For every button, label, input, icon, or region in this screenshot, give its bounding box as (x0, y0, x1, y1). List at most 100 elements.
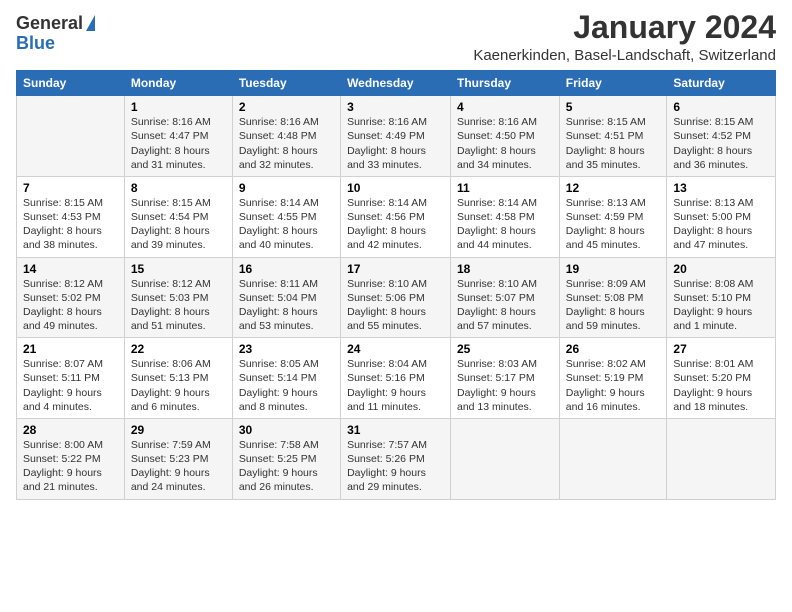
cell-content: Sunrise: 7:59 AMSunset: 5:23 PMDaylight:… (131, 439, 211, 494)
cell-content: Sunrise: 8:05 AMSunset: 5:14 PMDaylight:… (239, 358, 319, 413)
day-number: 26 (566, 342, 661, 356)
day-number: 22 (131, 342, 226, 356)
day-number: 1 (131, 100, 226, 114)
day-number: 2 (239, 100, 334, 114)
day-number: 10 (347, 181, 444, 195)
table-row: 13 Sunrise: 8:13 AMSunset: 5:00 PMDayligh… (667, 176, 776, 257)
day-number: 14 (23, 262, 118, 276)
day-number: 11 (457, 181, 553, 195)
cell-content: Sunrise: 8:15 AMSunset: 4:54 PMDaylight:… (131, 197, 211, 252)
table-row: 23 Sunrise: 8:05 AMSunset: 5:14 PMDayligh… (232, 338, 340, 419)
table-row: 20 Sunrise: 8:08 AMSunset: 5:10 PMDayligh… (667, 257, 776, 338)
table-row: 26 Sunrise: 8:02 AMSunset: 5:19 PMDayligh… (559, 338, 667, 419)
cell-content: Sunrise: 8:11 AMSunset: 5:04 PMDaylight:… (239, 278, 318, 333)
cell-content: Sunrise: 8:15 AMSunset: 4:51 PMDaylight:… (566, 116, 646, 171)
cell-content: Sunrise: 7:58 AMSunset: 5:25 PMDaylight:… (239, 439, 319, 494)
cell-content: Sunrise: 8:01 AMSunset: 5:20 PMDaylight:… (673, 358, 753, 413)
table-row: 5 Sunrise: 8:15 AMSunset: 4:51 PMDaylight… (559, 96, 667, 177)
table-row: 11 Sunrise: 8:14 AMSunset: 4:58 PMDayligh… (451, 176, 560, 257)
table-row: 29 Sunrise: 7:59 AMSunset: 5:23 PMDayligh… (124, 418, 232, 499)
table-row: 10 Sunrise: 8:14 AMSunset: 4:56 PMDayligh… (341, 176, 451, 257)
day-number: 20 (673, 262, 769, 276)
table-row: 31Sunrise: 7:57 AMSunset: 5:26 PMDayligh… (341, 418, 451, 499)
day-number: 25 (457, 342, 553, 356)
week-row-0: 1 Sunrise: 8:16 AMSunset: 4:47 PMDaylight… (17, 96, 776, 177)
col-sunday: Sunday (17, 71, 125, 96)
week-row-4: 28 Sunrise: 8:00 AMSunset: 5:22 PMDayligh… (17, 418, 776, 499)
subtitle: Kaenerkinden, Basel-Landschaft, Switzerl… (473, 47, 776, 64)
day-number: 6 (673, 100, 769, 114)
table-row: 15 Sunrise: 8:12 AMSunset: 5:03 PMDayligh… (124, 257, 232, 338)
table-row: 7 Sunrise: 8:15 AMSunset: 4:53 PMDaylight… (17, 176, 125, 257)
col-tuesday: Tuesday (232, 71, 340, 96)
table-row: 24Sunrise: 8:04 AMSunset: 5:16 PMDayligh… (341, 338, 451, 419)
table-row: 3 Sunrise: 8:16 AMSunset: 4:49 PMDaylight… (341, 96, 451, 177)
table-row: 28 Sunrise: 8:00 AMSunset: 5:22 PMDayligh… (17, 418, 125, 499)
cell-content: Sunrise: 7:57 AMSunset: 5:26 PMDaylight:… (347, 439, 427, 494)
cell-content: Sunrise: 8:06 AMSunset: 5:13 PMDaylight:… (131, 358, 211, 413)
cell-content: Sunrise: 8:15 AMSunset: 4:53 PMDaylight:… (23, 197, 103, 252)
day-number: 3 (347, 100, 444, 114)
cell-content: Sunrise: 8:08 AMSunset: 5:10 PMDaylight:… (673, 278, 753, 333)
day-number: 9 (239, 181, 334, 195)
table-row: 6Sunrise: 8:15 AMSunset: 4:52 PMDaylight… (667, 96, 776, 177)
cell-content: Sunrise: 8:14 AMSunset: 4:56 PMDaylight:… (347, 197, 427, 252)
cell-content: Sunrise: 8:16 AMSunset: 4:47 PMDaylight:… (131, 116, 211, 171)
logo-general: General (16, 14, 83, 34)
logo: General Blue (16, 14, 95, 54)
cell-content: Sunrise: 8:03 AMSunset: 5:17 PMDaylight:… (457, 358, 537, 413)
table-row (17, 96, 125, 177)
cell-content: Sunrise: 8:12 AMSunset: 5:02 PMDaylight:… (23, 278, 103, 333)
table-row: 12 Sunrise: 8:13 AMSunset: 4:59 PMDayligh… (559, 176, 667, 257)
table-row: 4Sunrise: 8:16 AMSunset: 4:50 PMDaylight… (451, 96, 560, 177)
day-number: 18 (457, 262, 553, 276)
week-row-3: 21 Sunrise: 8:07 AMSunset: 5:11 PMDayligh… (17, 338, 776, 419)
table-row: 14 Sunrise: 8:12 AMSunset: 5:02 PMDayligh… (17, 257, 125, 338)
cell-content: Sunrise: 8:14 AMSunset: 4:55 PMDaylight:… (239, 197, 319, 252)
day-number: 15 (131, 262, 226, 276)
day-number: 29 (131, 423, 226, 437)
calendar-header-row: Sunday Monday Tuesday Wednesday Thursday… (17, 71, 776, 96)
cell-content: Sunrise: 8:13 AMSunset: 4:59 PMDaylight:… (566, 197, 646, 252)
day-number: 27 (673, 342, 769, 356)
cell-content: Sunrise: 8:16 AMSunset: 4:48 PMDaylight:… (239, 116, 319, 171)
page-container: General Blue January 2024 Kaenerkinden, … (0, 0, 792, 508)
table-row: 8Sunrise: 8:15 AMSunset: 4:54 PMDaylight… (124, 176, 232, 257)
cell-content: Sunrise: 8:00 AMSunset: 5:22 PMDaylight:… (23, 439, 103, 494)
table-row (667, 418, 776, 499)
day-number: 13 (673, 181, 769, 195)
cell-content: Sunrise: 8:07 AMSunset: 5:11 PMDaylight:… (23, 358, 103, 413)
table-row: 1 Sunrise: 8:16 AMSunset: 4:47 PMDaylight… (124, 96, 232, 177)
col-friday: Friday (559, 71, 667, 96)
day-number: 21 (23, 342, 118, 356)
col-monday: Monday (124, 71, 232, 96)
table-row (451, 418, 560, 499)
day-number: 28 (23, 423, 118, 437)
day-number: 23 (239, 342, 334, 356)
header: General Blue January 2024 Kaenerkinden, … (16, 10, 776, 64)
table-row: 21 Sunrise: 8:07 AMSunset: 5:11 PMDayligh… (17, 338, 125, 419)
cell-content: Sunrise: 8:16 AMSunset: 4:50 PMDaylight:… (457, 116, 537, 171)
cell-content: Sunrise: 8:10 AMSunset: 5:07 PMDaylight:… (457, 278, 537, 333)
cell-content: Sunrise: 8:09 AMSunset: 5:08 PMDaylight:… (566, 278, 646, 333)
cell-content: Sunrise: 8:02 AMSunset: 5:19 PMDaylight:… (566, 358, 646, 413)
day-number: 5 (566, 100, 661, 114)
day-number: 19 (566, 262, 661, 276)
table-row: 18 Sunrise: 8:10 AMSunset: 5:07 PMDayligh… (451, 257, 560, 338)
week-row-2: 14 Sunrise: 8:12 AMSunset: 5:02 PMDayligh… (17, 257, 776, 338)
cell-content: Sunrise: 8:14 AMSunset: 4:58 PMDaylight:… (457, 197, 537, 252)
day-number: 7 (23, 181, 118, 195)
cell-content: Sunrise: 8:12 AMSunset: 5:03 PMDaylight:… (131, 278, 211, 333)
day-number: 12 (566, 181, 661, 195)
table-row: 25 Sunrise: 8:03 AMSunset: 5:17 PMDayligh… (451, 338, 560, 419)
day-number: 16 (239, 262, 334, 276)
day-number: 30 (239, 423, 334, 437)
col-thursday: Thursday (451, 71, 560, 96)
table-row: 17Sunrise: 8:10 AMSunset: 5:06 PMDayligh… (341, 257, 451, 338)
cell-content: Sunrise: 8:13 AMSunset: 5:00 PMDaylight:… (673, 197, 753, 252)
cell-content: Sunrise: 8:16 AMSunset: 4:49 PMDaylight:… (347, 116, 427, 171)
table-row: 30 Sunrise: 7:58 AMSunset: 5:25 PMDayligh… (232, 418, 340, 499)
calendar-table: Sunday Monday Tuesday Wednesday Thursday… (16, 70, 776, 499)
logo-triangle-icon (86, 15, 95, 31)
title-block: January 2024 Kaenerkinden, Basel-Landsch… (473, 10, 776, 64)
